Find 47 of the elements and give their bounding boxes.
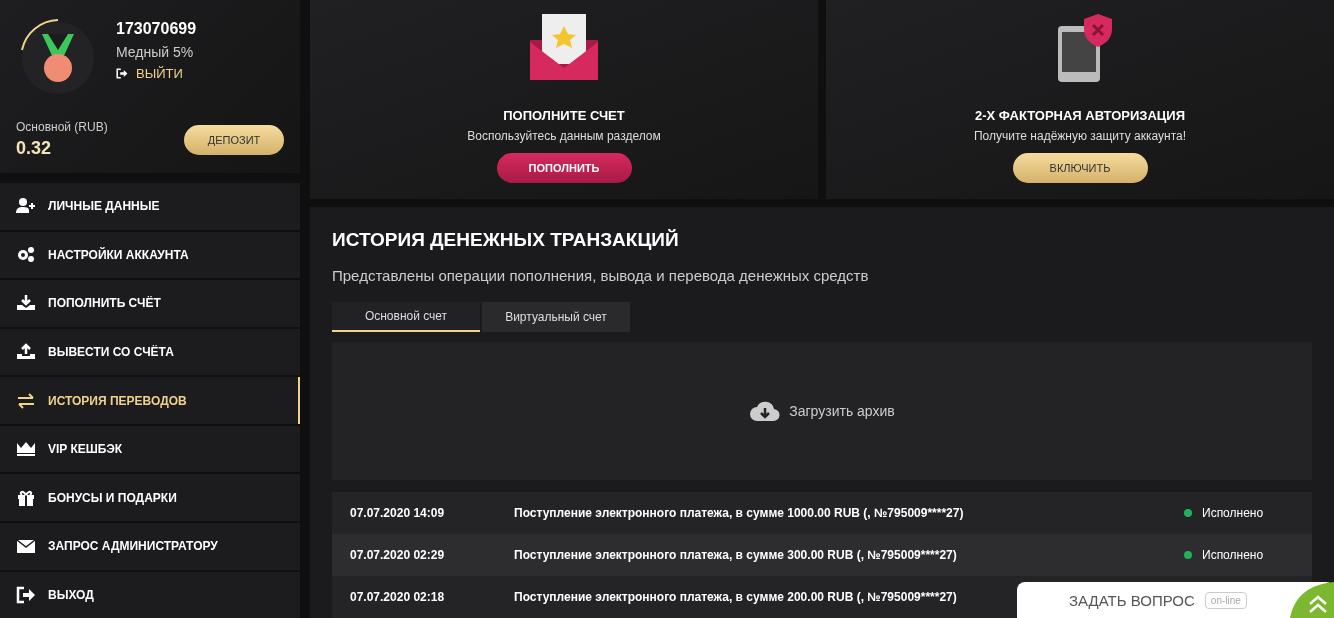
user-id: 173070699 <box>116 20 197 38</box>
sidebar-item[interactable]: ПОПОЛНИТЬ СЧЁТ <box>0 280 300 327</box>
section-description: Представлены операции пополнения, вывода и перевода денежных средств <box>332 267 870 284</box>
online-badge: on-line <box>1204 591 1247 609</box>
card-subtitle: Воспользуйтесь данным разделом <box>467 129 661 143</box>
account-tab[interactable]: Виртуальный счет <box>482 302 630 332</box>
crown-icon <box>16 440 36 459</box>
user-plus-icon <box>16 197 36 216</box>
envelope-icon <box>16 537 36 556</box>
transaction-date: 07.07.2020 14:09 <box>350 506 446 520</box>
download-archive-button[interactable]: Загрузить архив <box>743 398 901 424</box>
transaction-description: Поступление электронного платежа, в сумме 1000.00 RUB (, №795009****27) <box>514 506 964 520</box>
cloud-download-icon <box>749 399 782 423</box>
enable-button[interactable]: ВКЛЮЧИТЬ <box>1012 153 1148 183</box>
gears-icon <box>16 245 36 264</box>
transaction-date: 07.07.2020 02:29 <box>350 548 446 562</box>
card-title: ПОПОЛНИТЕ СЧЕТ <box>503 108 625 123</box>
account-tab[interactable]: Основной счет <box>332 302 480 332</box>
balance-value: 0.32 <box>16 138 53 159</box>
gift-icon <box>16 488 36 507</box>
upload-icon <box>16 342 36 361</box>
chevron-up-icon[interactable] <box>1290 582 1334 618</box>
card-title: 2-Х ФАКТОРНАЯ АВТОРИЗАЦИЯ <box>974 108 1186 123</box>
card-subtitle: Получите надёжную защиту аккаунта! <box>974 129 1186 143</box>
sidebar-item[interactable]: ЛИЧНЫЕ ДАННЫЕ <box>0 183 300 230</box>
transaction-status: Исполнено <box>1202 506 1264 520</box>
transaction-description: Поступление электронного платежа, в сумме 300.00 RUB (, №795009****27) <box>514 548 957 562</box>
deposit-button[interactable]: ДЕПОЗИТ <box>184 124 284 155</box>
exit-icon <box>16 585 36 604</box>
top-up-button[interactable]: ПОПОЛНИТЬ <box>496 153 632 183</box>
transaction-description: Поступление электронного платежа, в сумме 200.00 RUB (, №795009****27) <box>514 590 957 604</box>
sidebar-item[interactable]: ИСТОРИЯ ПЕРЕВОДОВ <box>0 377 300 424</box>
logout-link[interactable]: ВЫЙТИ <box>116 66 197 81</box>
loyalty-level: Медный 5% <box>116 44 195 60</box>
sidebar-item[interactable]: БОНУСЫ И ПОДАРКИ <box>0 474 300 521</box>
transaction-date: 07.07.2020 02:18 <box>350 590 446 604</box>
sidebar-item[interactable]: НАСТРОЙКИ АККАУНТА <box>0 231 300 279</box>
sidebar-item[interactable]: VIP КЕШБЭК <box>0 425 300 473</box>
sidebar-item[interactable]: ЗАПРОС АДМИНИСТРАТОРУ <box>0 522 300 570</box>
exit-icon <box>116 68 128 79</box>
sidebar-item[interactable]: ВЫХОД <box>0 571 300 618</box>
transfer-arrows-icon <box>16 391 36 410</box>
transaction-status: Исполнено <box>1202 548 1264 562</box>
balance-label: Основной (RUB) <box>16 120 108 134</box>
download-icon <box>16 294 36 313</box>
section-title: ИСТОРИЯ ДЕНЕЖНЫХ ТРАНЗАКЦИЙ <box>332 229 680 251</box>
sidebar-item[interactable]: ВЫВЕСТИ СО СЧЁТА <box>0 328 300 376</box>
